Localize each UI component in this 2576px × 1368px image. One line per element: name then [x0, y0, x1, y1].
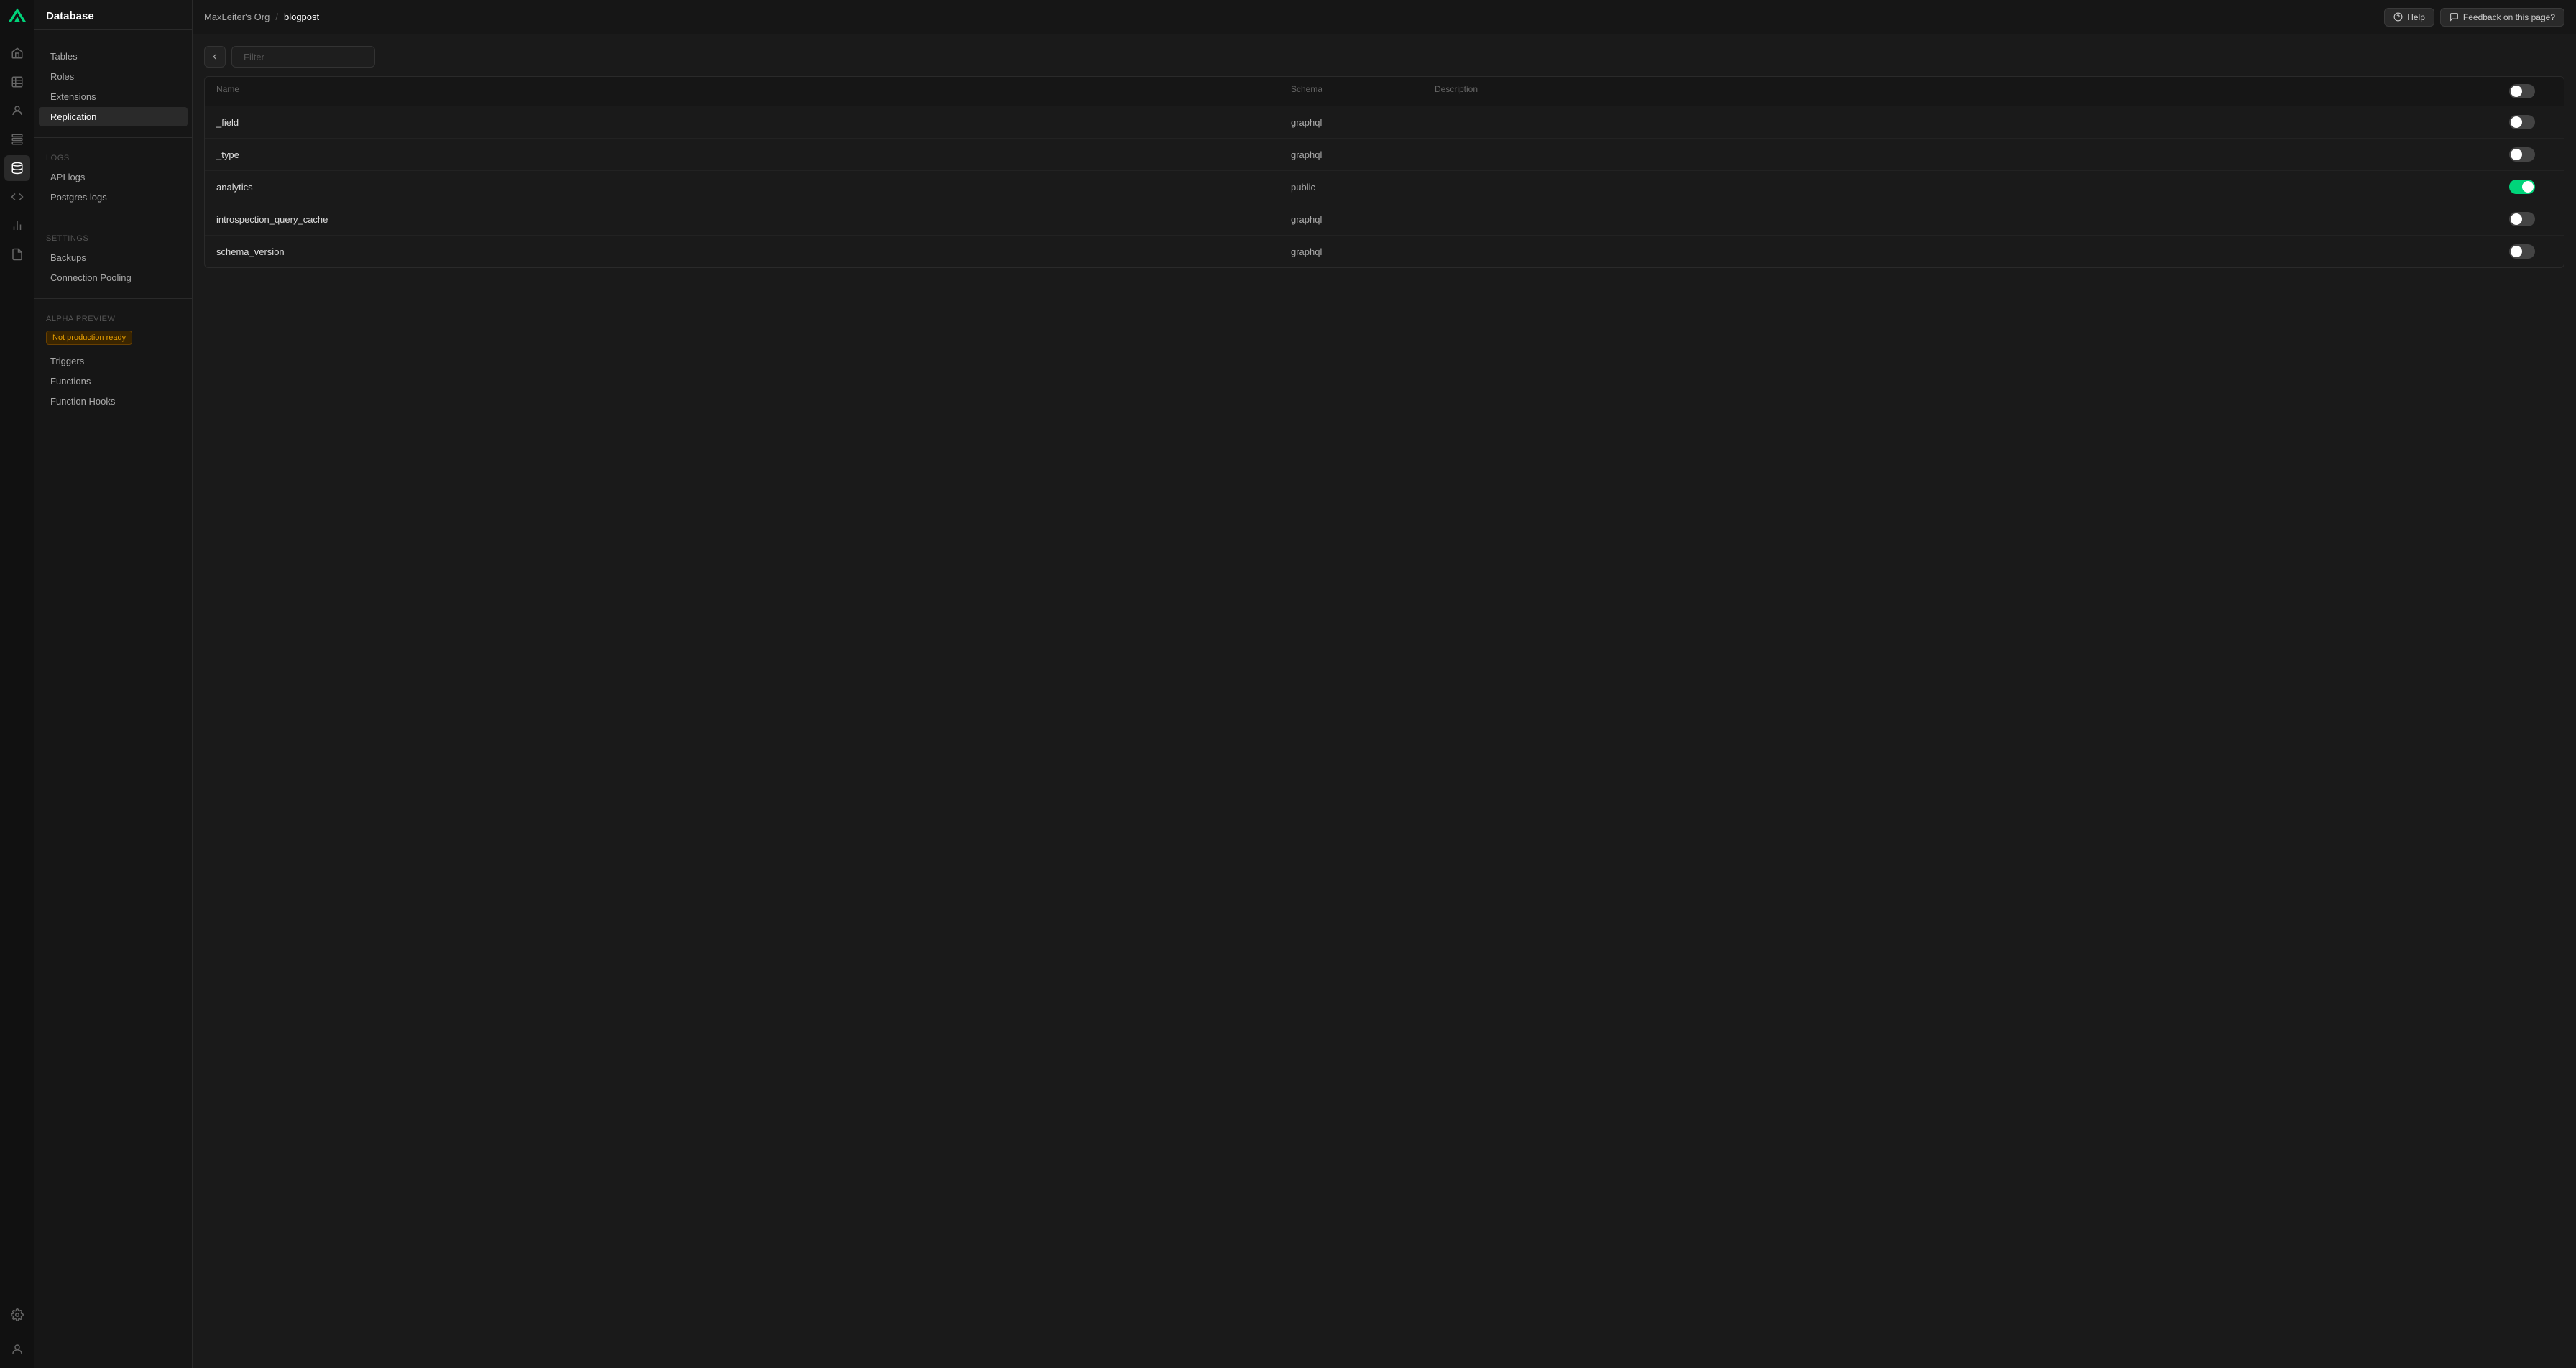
breadcrumb-sep: /: [275, 11, 278, 22]
table-row: analytics public: [205, 171, 2564, 203]
table-row: schema_version graphql: [205, 236, 2564, 267]
database-section-label: [34, 42, 192, 46]
toggle-knob: [2511, 116, 2522, 128]
sidebar-item-functions[interactable]: Functions: [39, 371, 188, 391]
sidebar-item-connection-pooling[interactable]: Connection Pooling: [39, 268, 188, 287]
nav-storage-icon[interactable]: [4, 126, 30, 152]
nav-user-icon[interactable]: [4, 1336, 30, 1362]
topbar-actions: Help Feedback on this page?: [2384, 8, 2564, 27]
header-toggle: [2509, 84, 2552, 98]
row-toggle[interactable]: [2509, 115, 2535, 129]
back-icon: [210, 52, 220, 62]
header-schema: Schema: [1291, 84, 1435, 98]
sidebar-item-roles[interactable]: Roles: [39, 67, 188, 86]
row-schema: graphql: [1291, 149, 1435, 160]
topbar: MaxLeiter's Org / blogpost Help Feedback…: [193, 0, 2576, 34]
row-schema: graphql: [1291, 246, 1435, 257]
row-name: analytics: [216, 182, 1291, 193]
row-toggle[interactable]: [2509, 147, 2535, 162]
help-icon: [2393, 12, 2403, 22]
header-description: Description: [1435, 84, 2509, 98]
row-name: schema_version: [216, 246, 1291, 257]
row-toggle[interactable]: [2509, 244, 2535, 259]
toggle-knob: [2511, 86, 2522, 97]
logs-section-label: Logs: [34, 154, 192, 167]
database-section: Tables Roles Extensions Replication: [34, 30, 192, 133]
row-schema: public: [1291, 182, 1435, 193]
toggle-knob: [2511, 149, 2522, 160]
sidebar-item-extensions[interactable]: Extensions: [39, 87, 188, 106]
nav-file-icon[interactable]: [4, 241, 30, 267]
help-label: Help: [2407, 12, 2425, 22]
logs-section: Logs API logs Postgres logs: [34, 142, 192, 213]
breadcrumb-project: blogpost: [284, 11, 319, 22]
toggle-knob: [2511, 246, 2522, 257]
left-sidebar: Database Tables Roles Extensions Replica…: [34, 0, 193, 1368]
sidebar-item-triggers[interactable]: Triggers: [39, 351, 188, 371]
filter-input-wrap: [231, 46, 375, 68]
row-name: _type: [216, 149, 1291, 160]
sidebar-item-replication[interactable]: Replication: [39, 107, 188, 126]
sidebar-item-api-logs[interactable]: API logs: [39, 167, 188, 187]
alpha-section: Alpha Preview Not production ready Trigg…: [34, 303, 192, 417]
nav-home-icon[interactable]: [4, 40, 30, 66]
row-toggle[interactable]: [2509, 212, 2535, 226]
nav-chart-icon[interactable]: [4, 213, 30, 239]
toggle-knob: [2511, 213, 2522, 225]
sidebar-item-backups[interactable]: Backups: [39, 248, 188, 267]
table-row: _type graphql: [205, 139, 2564, 171]
row-name: introspection_query_cache: [216, 214, 1291, 225]
breadcrumb: MaxLeiter's Org / blogpost: [204, 11, 319, 22]
row-name: _field: [216, 117, 1291, 128]
feedback-icon: [2450, 12, 2459, 22]
nav-table-icon[interactable]: [4, 69, 30, 95]
nav-settings-icon[interactable]: [4, 1302, 30, 1328]
feedback-button[interactable]: Feedback on this page?: [2440, 8, 2564, 27]
settings-section-label: Settings: [34, 234, 192, 247]
row-schema: graphql: [1291, 214, 1435, 225]
filter-bar: [204, 46, 2564, 68]
help-button[interactable]: Help: [2384, 8, 2434, 27]
nav-users-icon[interactable]: [4, 98, 30, 124]
filter-input[interactable]: [244, 52, 370, 63]
table-row: introspection_query_cache graphql: [205, 203, 2564, 236]
replication-table: Name Schema Description _field graphql: [204, 76, 2564, 268]
icon-sidebar: [0, 0, 34, 1368]
table-row: _field graphql: [205, 106, 2564, 139]
nav-database-icon[interactable]: [4, 155, 30, 181]
nav-api-icon[interactable]: [4, 184, 30, 210]
header-name: Name: [216, 84, 1291, 98]
row-schema: graphql: [1291, 117, 1435, 128]
sidebar-item-postgres-logs[interactable]: Postgres logs: [39, 188, 188, 207]
row-toggle[interactable]: [2509, 180, 2535, 194]
feedback-label: Feedback on this page?: [2463, 12, 2555, 22]
settings-section: Settings Backups Connection Pooling: [34, 223, 192, 294]
not-production-badge: Not production ready: [46, 331, 132, 345]
sidebar-header: Database: [34, 0, 192, 30]
breadcrumb-org: MaxLeiter's Org: [204, 11, 270, 22]
sidebar-item-tables[interactable]: Tables: [39, 47, 188, 66]
table-header: Name Schema Description: [205, 77, 2564, 106]
content-area: Name Schema Description _field graphql: [193, 34, 2576, 1368]
alpha-section-label: Alpha Preview: [34, 315, 192, 328]
back-button[interactable]: [204, 46, 226, 68]
app-logo[interactable]: [6, 6, 29, 29]
main-content: MaxLeiter's Org / blogpost Help Feedback…: [193, 0, 2576, 1368]
toggle-knob: [2522, 181, 2534, 193]
header-toggle-switch[interactable]: [2509, 84, 2535, 98]
sidebar-item-function-hooks[interactable]: Function Hooks: [39, 392, 188, 411]
